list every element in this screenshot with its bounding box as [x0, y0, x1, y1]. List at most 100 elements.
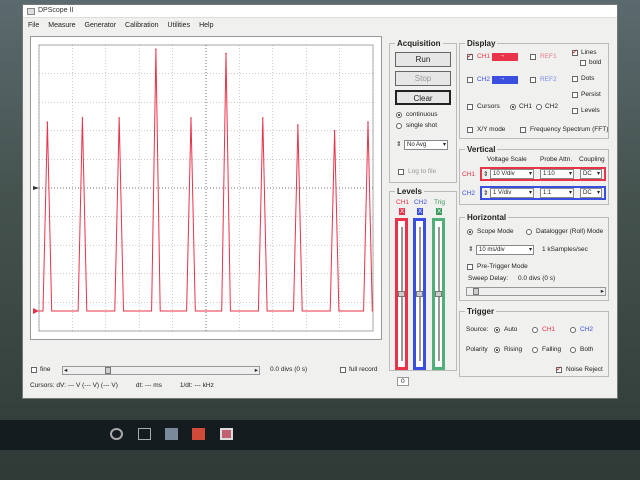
app-window: DPScope II File Measure Generator Calibr…	[22, 4, 618, 399]
ch2-coupling-select[interactable]: DC	[580, 188, 602, 198]
dots-checkbox[interactable]	[572, 76, 578, 82]
ch1-level-slider[interactable]	[395, 218, 408, 370]
ch1-scale-spinner-icon[interactable]: ⇕	[483, 170, 488, 178]
task-view-icon[interactable]	[138, 428, 151, 440]
dots-label: Dots	[581, 75, 595, 82]
persist-label: Persist	[581, 91, 601, 98]
sweep-delay-right-arrow-icon[interactable]: ▸	[601, 287, 604, 295]
menu-generator[interactable]: Generator	[85, 22, 117, 29]
single-shot-radio[interactable]	[396, 123, 402, 129]
vertical-title: Vertical	[465, 145, 498, 154]
trigger-ch1-label: CH1	[542, 326, 556, 333]
bold-checkbox[interactable]	[580, 60, 586, 66]
ch1-voltage-scale-select[interactable]: 10 V/div	[490, 169, 534, 179]
pulse-peak-point	[297, 124, 299, 126]
trig-level-reset-icon[interactable]: X	[436, 208, 443, 215]
menu-measure[interactable]: Measure	[48, 22, 75, 29]
sweep-delay-slider[interactable]: ▸	[466, 287, 606, 296]
ch2-display-label: CH2	[477, 76, 491, 83]
ref1-label: REF1	[540, 53, 557, 60]
ch2-level-slider[interactable]	[413, 218, 426, 370]
run-button[interactable]: Run	[395, 52, 451, 67]
levels-bottom-value: 0	[397, 377, 409, 386]
trigger-auto-radio[interactable]	[494, 327, 500, 333]
timebase-select[interactable]: 10 ms/div	[476, 245, 534, 255]
clear-button[interactable]: Clear	[395, 90, 451, 105]
averaging-select[interactable]: No Avg	[404, 140, 448, 150]
single-shot-label: single shot	[406, 122, 438, 129]
ch2-level-reset-icon[interactable]: X	[417, 208, 424, 215]
pulse-peak-point	[225, 52, 227, 55]
trigger-title: Trigger	[465, 307, 497, 316]
sweep-delay-thumb[interactable]	[473, 288, 479, 295]
fine-checkbox[interactable]	[31, 367, 37, 373]
datalogger-mode-label: Datalogger (Roll) Mode	[536, 228, 604, 235]
cursor-ch1-radio[interactable]	[510, 104, 516, 110]
display-title: Display	[465, 39, 498, 48]
trig-level-slider[interactable]	[432, 218, 445, 370]
ch2-probe-attn-select[interactable]: 1:1	[540, 188, 574, 198]
ch1-level-reset-icon[interactable]: X	[399, 208, 406, 215]
full-record-checkbox[interactable]	[340, 367, 346, 373]
cursors-checkbox[interactable]	[467, 104, 473, 110]
media-icon[interactable]	[192, 428, 205, 440]
fft-label: Frequency Spectrum (FFT)	[530, 126, 609, 133]
timebase-spinner-icon[interactable]: ⇕	[468, 245, 473, 253]
pulse-peak-point	[46, 121, 49, 124]
offset-slider-thumb[interactable]	[105, 367, 111, 374]
avg-spinner-icon[interactable]: ⇕	[396, 140, 401, 148]
cursor-dt-readout: dt: --- ms	[135, 382, 162, 389]
xy-mode-checkbox[interactable]	[467, 127, 473, 133]
ch2-scale-spinner-icon[interactable]: ⇕	[483, 189, 488, 197]
trigger-ch1-radio[interactable]	[532, 327, 538, 333]
menu-calibration[interactable]: Calibration	[125, 22, 158, 29]
lines-checkbox[interactable]	[572, 48, 578, 56]
pulse-peak-point	[333, 130, 336, 132]
stop-button[interactable]: Stop	[395, 71, 451, 86]
dpscope-taskbar-icon[interactable]	[220, 428, 233, 440]
ch1-level-thumb[interactable]	[398, 291, 405, 297]
persist-checkbox[interactable]	[572, 92, 578, 98]
ch2-display-checkbox[interactable]	[467, 77, 473, 83]
log-to-file-checkbox[interactable]	[398, 169, 404, 175]
ch2-voltage-scale-select[interactable]: 1 V/div	[490, 188, 534, 198]
polarity-falling-radio[interactable]	[532, 347, 538, 353]
slider-right-arrow-icon[interactable]: ▸	[255, 366, 258, 374]
scope-display[interactable]	[30, 36, 382, 340]
slider-left-arrow-icon[interactable]: ◂	[64, 366, 67, 374]
scope-mode-radio[interactable]	[467, 229, 473, 235]
pulse-peak-point	[261, 117, 264, 119]
noise-reject-label: Noise Reject	[566, 366, 603, 373]
ch1-display-checkbox[interactable]	[467, 52, 473, 60]
trigger-ch2-radio[interactable]	[570, 327, 576, 333]
horizontal-offset-slider[interactable]: ◂ ▸	[62, 366, 260, 375]
cursor-ch2-label: CH2	[545, 103, 559, 110]
menu-help[interactable]: Help	[199, 22, 213, 29]
ch1-coupling-select[interactable]: DC	[580, 169, 602, 179]
ref1-checkbox[interactable]	[530, 54, 536, 60]
pretrigger-checkbox[interactable]	[467, 264, 473, 270]
ch2-level-thumb[interactable]	[416, 291, 423, 297]
menu-file[interactable]: File	[28, 22, 39, 29]
cursor-ch2-radio[interactable]	[536, 104, 542, 110]
voltage-scale-header: Voltage Scale	[487, 156, 527, 163]
cursor-dv-readout: Cursors: dV: --- V (--- V) (--- V)	[30, 382, 118, 389]
menu-utilities[interactable]: Utilities	[168, 22, 191, 29]
ref2-checkbox[interactable]	[530, 77, 536, 83]
datalogger-mode-radio[interactable]	[526, 229, 532, 235]
cortana-icon[interactable]	[110, 428, 123, 440]
cursor-freq-readout: 1/dt: --- kHz	[179, 382, 214, 389]
ch1-display-label: CH1	[477, 53, 491, 60]
fft-checkbox[interactable]	[520, 127, 526, 133]
levels-display-checkbox[interactable]	[572, 108, 578, 114]
store-icon[interactable]	[165, 428, 178, 440]
ch1-probe-attn-select[interactable]: 1:10	[540, 169, 574, 179]
trig-level-thumb[interactable]	[435, 291, 442, 297]
polarity-falling-label: Falling	[542, 346, 562, 353]
polarity-rising-label: Rising	[504, 346, 523, 353]
noise-reject-checkbox[interactable]	[556, 365, 562, 373]
polarity-rising-radio[interactable]	[494, 347, 500, 353]
continuous-radio[interactable]	[396, 112, 402, 118]
polarity-both-radio[interactable]	[570, 347, 576, 353]
trigger-ch2-label: CH2	[580, 326, 594, 333]
